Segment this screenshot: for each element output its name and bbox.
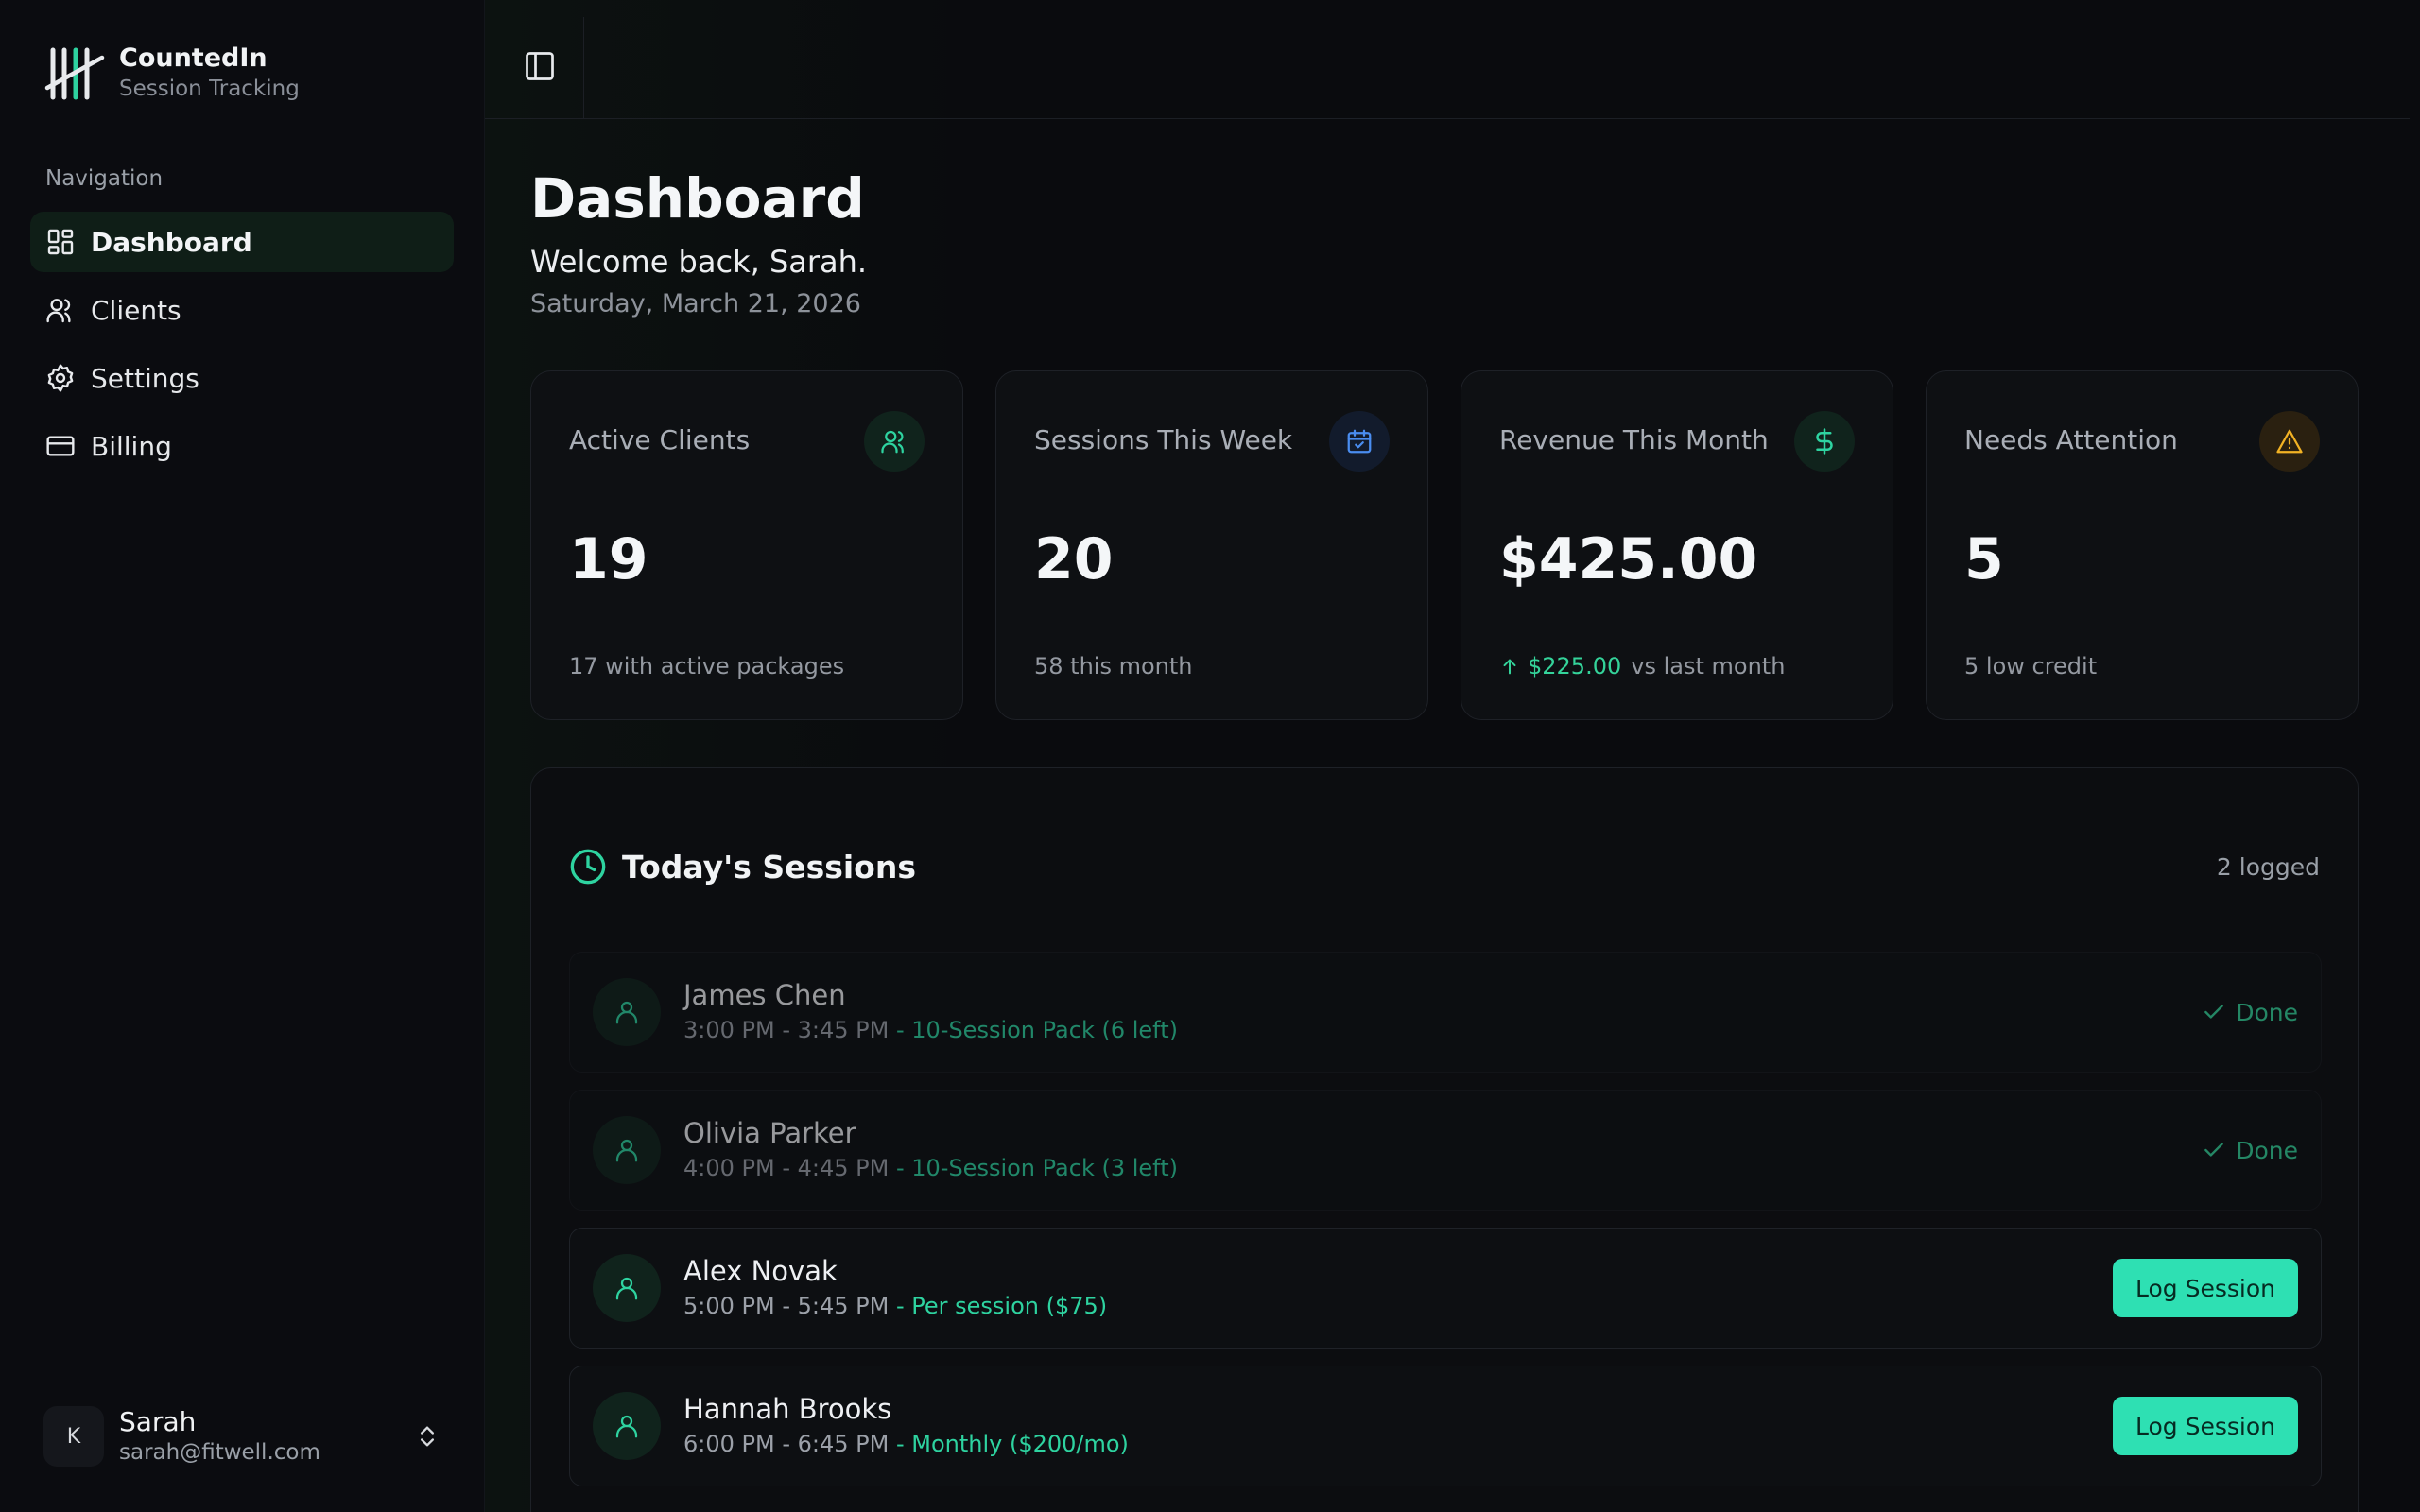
log-session-button[interactable]: Log Session — [2113, 1397, 2298, 1455]
sidebar-nav: Dashboard Clients Settings Billing — [30, 212, 454, 484]
stat-card-sessions-week: Sessions This Week 20 58 this month — [995, 370, 1428, 720]
sidebar-item-label: Dashboard — [91, 226, 252, 258]
clock-icon — [570, 849, 606, 885]
main-content: Dashboard Welcome back, Sarah. Saturday,… — [484, 0, 2410, 1512]
sidebar-item-label: Settings — [91, 362, 199, 394]
gear-icon — [47, 364, 74, 392]
stat-label: Sessions This Week — [1034, 424, 1293, 455]
welcome-message: Welcome back, Sarah. — [530, 244, 868, 280]
arrow-up-icon — [1503, 659, 1516, 675]
session-time: 4:00 PM - 4:45 PM — [683, 1155, 890, 1181]
stat-value: 5 — [1964, 526, 2004, 593]
sessions-logged-count: 2 logged — [2216, 853, 2320, 881]
sidebar-item-settings[interactable]: Settings — [30, 348, 454, 408]
calendar-check-icon — [1329, 411, 1390, 472]
sidebar-item-clients[interactable]: Clients — [30, 280, 454, 340]
session-package: - Monthly ($200/mo) — [889, 1431, 1129, 1457]
stats-row: Active Clients 19 17 with active package… — [530, 370, 2359, 720]
chevrons-up-down-icon[interactable] — [414, 1421, 441, 1452]
done-status: Done — [2202, 999, 2298, 1026]
client-name: Olivia Parker — [683, 1117, 856, 1149]
done-status: Done — [2202, 1137, 2298, 1164]
stat-footer: vs last month — [1631, 653, 1786, 679]
user-icon — [593, 1254, 661, 1322]
dashboard-icon — [47, 229, 74, 255]
warning-icon — [2259, 411, 2320, 472]
stat-footer: 17 with active packages — [569, 653, 845, 679]
page-title: Dashboard — [530, 166, 865, 231]
sessions-list: James Chen 3:00 PM - 3:45 PM - 10-Sessio… — [569, 952, 2322, 1503]
session-time: 6:00 PM - 6:45 PM — [683, 1431, 890, 1457]
credit-card-icon — [46, 436, 75, 456]
check-icon — [2204, 1143, 2224, 1157]
stat-card-needs-attention: Needs Attention 5 5 low credit — [1926, 370, 2359, 720]
todays-sessions-panel: Today's Sessions 2 logged James Chen 3:0… — [530, 767, 2359, 1512]
stat-value: 20 — [1034, 526, 1114, 593]
session-package: - Per session ($75) — [889, 1293, 1108, 1319]
stat-label: Revenue This Month — [1499, 424, 1769, 455]
stat-value: $425.00 — [1499, 526, 1758, 593]
session-package: - 10-Session Pack (6 left) — [889, 1017, 1178, 1043]
session-row: Olivia Parker 4:00 PM - 4:45 PM - 10-Ses… — [569, 1090, 2322, 1211]
user-name: Sarah — [119, 1406, 197, 1437]
sidebar-item-billing[interactable]: Billing — [30, 416, 454, 476]
stat-label: Needs Attention — [1964, 424, 2178, 455]
stat-footer: 58 this month — [1034, 653, 1193, 679]
section-title: Today's Sessions — [622, 848, 916, 885]
sidebar-item-label: Billing — [91, 430, 172, 462]
stat-value: 19 — [569, 526, 648, 593]
tally-logo-icon — [44, 47, 105, 100]
client-name: Alex Novak — [683, 1255, 838, 1287]
client-name: James Chen — [683, 979, 846, 1011]
topbar — [485, 0, 2410, 119]
avatar: K — [43, 1406, 104, 1467]
session-time: 5:00 PM - 5:45 PM — [683, 1293, 890, 1319]
stat-label: Active Clients — [569, 424, 751, 455]
dollar-icon — [1794, 411, 1855, 472]
stat-card-active-clients: Active Clients 19 17 with active package… — [530, 370, 963, 720]
users-icon — [864, 411, 925, 472]
stat-footer: 5 low credit — [1964, 653, 2098, 679]
log-session-button[interactable]: Log Session — [2113, 1259, 2298, 1317]
session-row: James Chen 3:00 PM - 3:45 PM - 10-Sessio… — [569, 952, 2322, 1073]
check-icon — [2204, 1005, 2224, 1019]
session-package: - 10-Session Pack (3 left) — [889, 1155, 1178, 1181]
user-icon — [593, 1392, 661, 1460]
session-row: Alex Novak 5:00 PM - 5:45 PM - Per sessi… — [569, 1228, 2322, 1349]
sidebar-item-label: Clients — [91, 294, 182, 326]
user-email: sarah@fitwell.com — [119, 1440, 320, 1465]
session-row: Hannah Brooks 6:00 PM - 6:45 PM - Monthl… — [569, 1366, 2322, 1486]
nav-section-label: Navigation — [45, 166, 164, 191]
brand[interactable]: CountedIn Session Tracking — [43, 43, 300, 104]
current-date: Saturday, March 21, 2026 — [530, 289, 861, 318]
brand-subtitle: Session Tracking — [119, 77, 300, 101]
users-icon — [46, 299, 71, 323]
stat-card-revenue: Revenue This Month $425.00 $225.00 vs la… — [1461, 370, 1893, 720]
client-name: Hannah Brooks — [683, 1393, 892, 1425]
sidebar: CountedIn Session Tracking Navigation Da… — [0, 0, 484, 1512]
user-icon — [593, 978, 661, 1046]
brand-name: CountedIn — [119, 43, 268, 73]
sidebar-item-dashboard[interactable]: Dashboard — [30, 212, 454, 272]
session-time: 3:00 PM - 3:45 PM — [683, 1017, 890, 1043]
topbar-divider — [583, 17, 584, 119]
sidebar-toggle-icon[interactable] — [523, 49, 557, 83]
user-menu[interactable]: K Sarah sarah@fitwell.com — [43, 1402, 441, 1470]
stat-delta: $225.00 — [1528, 653, 1622, 679]
user-icon — [593, 1116, 661, 1184]
